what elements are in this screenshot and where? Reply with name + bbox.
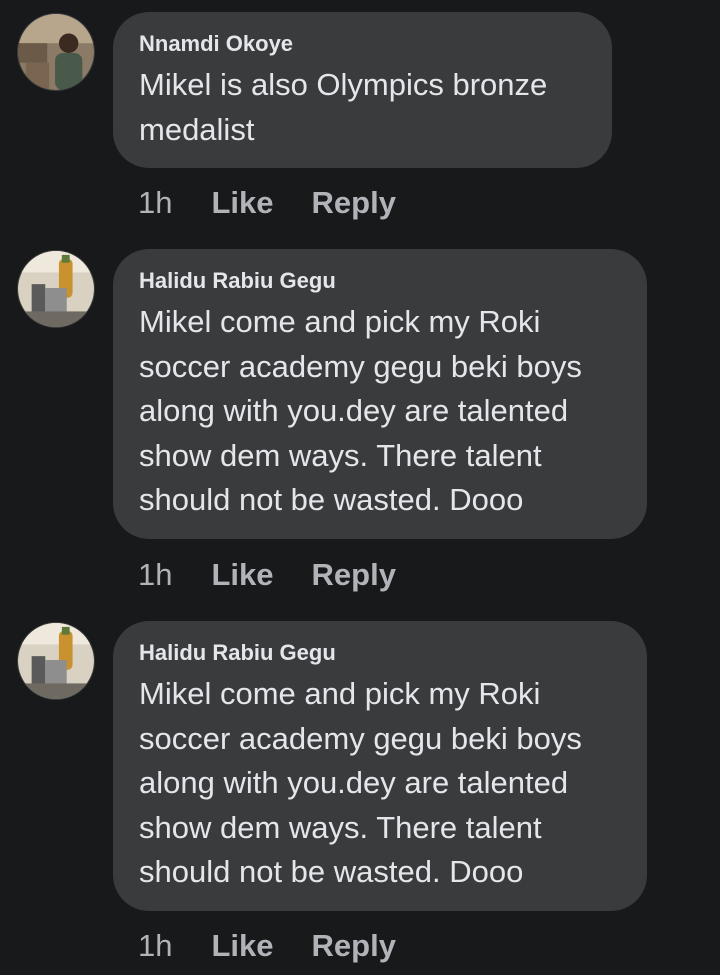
avatar[interactable] xyxy=(17,622,95,700)
comment-thread: Nnamdi Okoye Mikel is also Olympics bron… xyxy=(0,0,720,975)
comment-text-line: soccer academy gegu beki boys xyxy=(139,348,582,384)
like-button[interactable]: Like xyxy=(211,928,273,964)
avatar-photo-icon xyxy=(18,623,94,699)
comment-timestamp[interactable]: 1h xyxy=(138,557,172,593)
comment-timestamp[interactable]: 1h xyxy=(138,185,172,221)
avatar-photo-icon xyxy=(18,14,94,90)
comment-text-line: along with you.dey are talented xyxy=(139,393,569,428)
comment-text-line: Mikel is also Olympics bronze xyxy=(139,67,548,102)
comment-bubble: Nnamdi Okoye Mikel is also Olympics bron… xyxy=(113,12,612,168)
reply-button[interactable]: Reply xyxy=(312,928,396,964)
avatar[interactable] xyxy=(17,250,95,328)
reply-button[interactable]: Reply xyxy=(312,185,396,221)
comment-actions: 1h Like Reply xyxy=(138,555,434,595)
comment-actions: 1h Like Reply xyxy=(138,926,434,966)
comment-text-line: show dem ways. There talent xyxy=(139,809,542,845)
comment-author[interactable]: Nnamdi Okoye xyxy=(139,31,586,57)
comment-text-line: medalist xyxy=(139,111,255,147)
comment-text-line: along with you.dey are talented xyxy=(139,765,569,800)
comment-text-line: Mikel come and pick my Roki xyxy=(139,676,541,711)
comment-author[interactable]: Halidu Rabiu Gegu xyxy=(139,268,621,294)
comment-bubble: Halidu Rabiu Gegu Mikel come and pick my… xyxy=(113,249,647,539)
avatar[interactable] xyxy=(17,13,95,91)
like-button[interactable]: Like xyxy=(211,185,273,221)
comment-text-line: soccer academy gegu beki boys xyxy=(139,720,582,756)
avatar-photo-icon xyxy=(18,251,94,327)
comment-text-line: should not be wasted. Dooo xyxy=(139,854,524,889)
comment-timestamp[interactable]: 1h xyxy=(138,928,172,964)
comment-text: Mikel is also Olympics bronze medalist xyxy=(139,63,586,152)
comment-author[interactable]: Halidu Rabiu Gegu xyxy=(139,640,621,666)
comment-text: Mikel come and pick my Roki soccer acade… xyxy=(139,672,621,895)
reply-button[interactable]: Reply xyxy=(312,557,396,593)
comment-text-line: show dem ways. There talent xyxy=(139,437,542,473)
comment-bubble: Halidu Rabiu Gegu Mikel come and pick my… xyxy=(113,621,647,911)
comment-actions: 1h Like Reply xyxy=(138,183,434,223)
comment-text: Mikel come and pick my Roki soccer acade… xyxy=(139,300,621,523)
like-button[interactable]: Like xyxy=(211,557,273,593)
comment-text-line: should not be wasted. Dooo xyxy=(139,482,524,517)
comment-text-line: Mikel come and pick my Roki xyxy=(139,304,541,339)
